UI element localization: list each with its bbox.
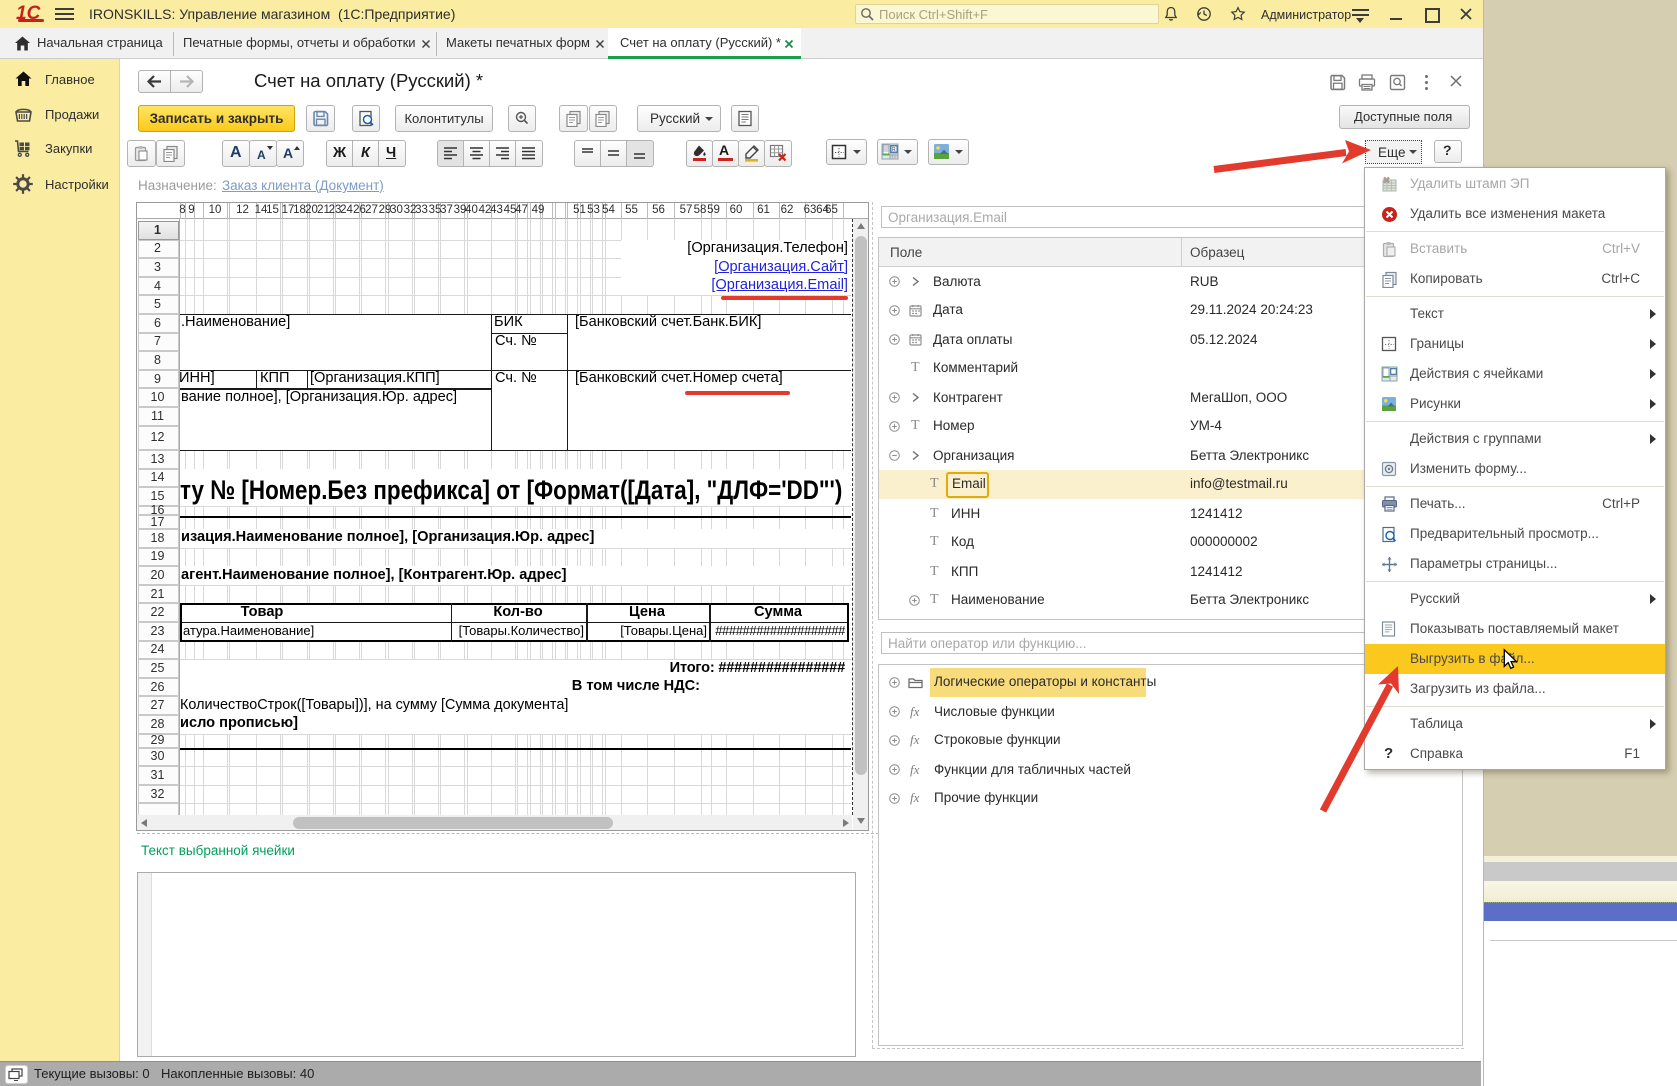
svg-text:R: R (892, 147, 896, 153)
